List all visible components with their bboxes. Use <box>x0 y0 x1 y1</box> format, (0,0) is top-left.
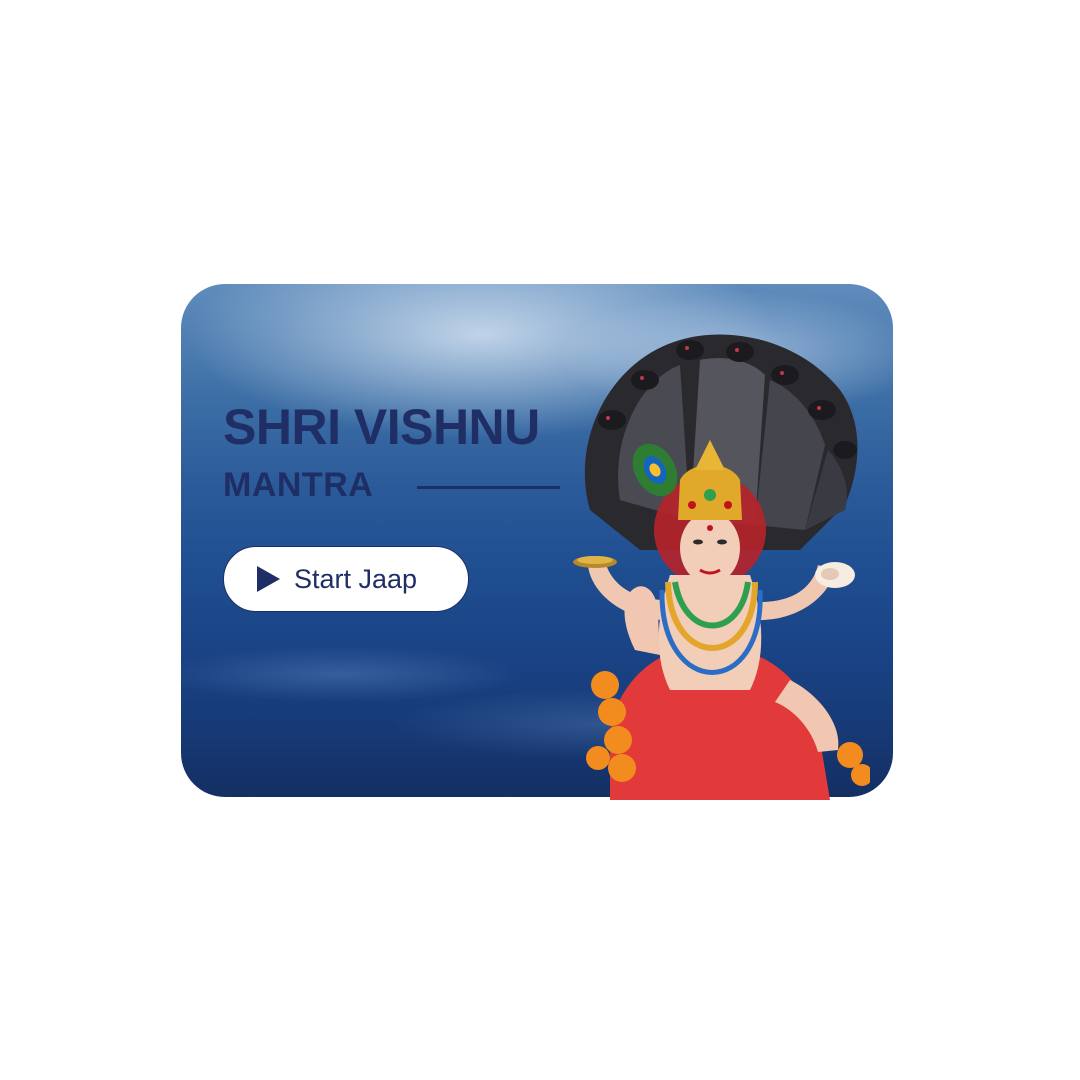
blessing-hand <box>624 586 660 655</box>
title-divider <box>417 486 560 489</box>
card-subtitle: MANTRA <box>223 466 374 504</box>
stage: SHRI VISHNU MANTRA Start Jaap <box>0 0 1080 1080</box>
conch-icon <box>815 562 855 588</box>
start-jaap-button[interactable]: Start Jaap <box>223 546 469 612</box>
play-icon <box>257 566 280 592</box>
vishnu-idol-image <box>573 334 870 800</box>
card-title: SHRI VISHNU <box>223 399 540 455</box>
start-jaap-label: Start Jaap <box>294 563 418 594</box>
sudarshan-chakra-icon <box>573 556 617 568</box>
